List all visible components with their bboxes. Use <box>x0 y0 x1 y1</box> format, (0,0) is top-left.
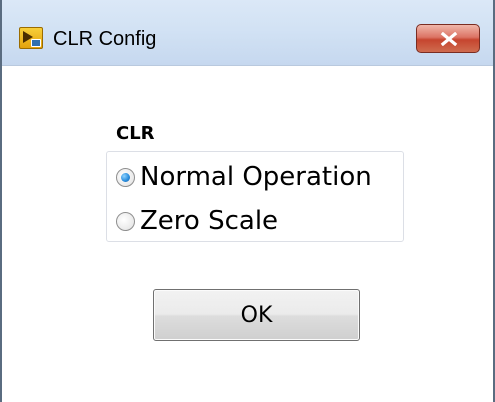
radio-selected-icon[interactable] <box>116 167 135 187</box>
title-bar[interactable]: CLR Config <box>2 0 493 66</box>
version-badge-icon <box>31 39 41 47</box>
ok-button[interactable]: OK <box>153 289 360 341</box>
radio-unselected-icon[interactable] <box>116 211 135 231</box>
dialog-content: CLR Normal Operation Zero Scale OK <box>2 67 493 402</box>
radio-option-zero-scale[interactable]: Zero Scale <box>116 204 278 238</box>
app-icon <box>19 27 43 49</box>
clr-group-label: CLR <box>116 123 155 144</box>
ok-button-label: OK <box>240 302 273 328</box>
window-title: CLR Config <box>53 28 157 50</box>
dialog-window: CLR Config CLR Normal Operation Zero Sca… <box>0 0 495 402</box>
clr-radio-group: Normal Operation Zero Scale <box>106 151 404 242</box>
close-button[interactable] <box>416 24 480 53</box>
radio-label-normal-operation[interactable]: Normal Operation <box>140 162 372 192</box>
radio-label-zero-scale[interactable]: Zero Scale <box>140 206 278 236</box>
close-icon <box>440 32 458 46</box>
radio-option-normal-operation[interactable]: Normal Operation <box>116 160 372 194</box>
